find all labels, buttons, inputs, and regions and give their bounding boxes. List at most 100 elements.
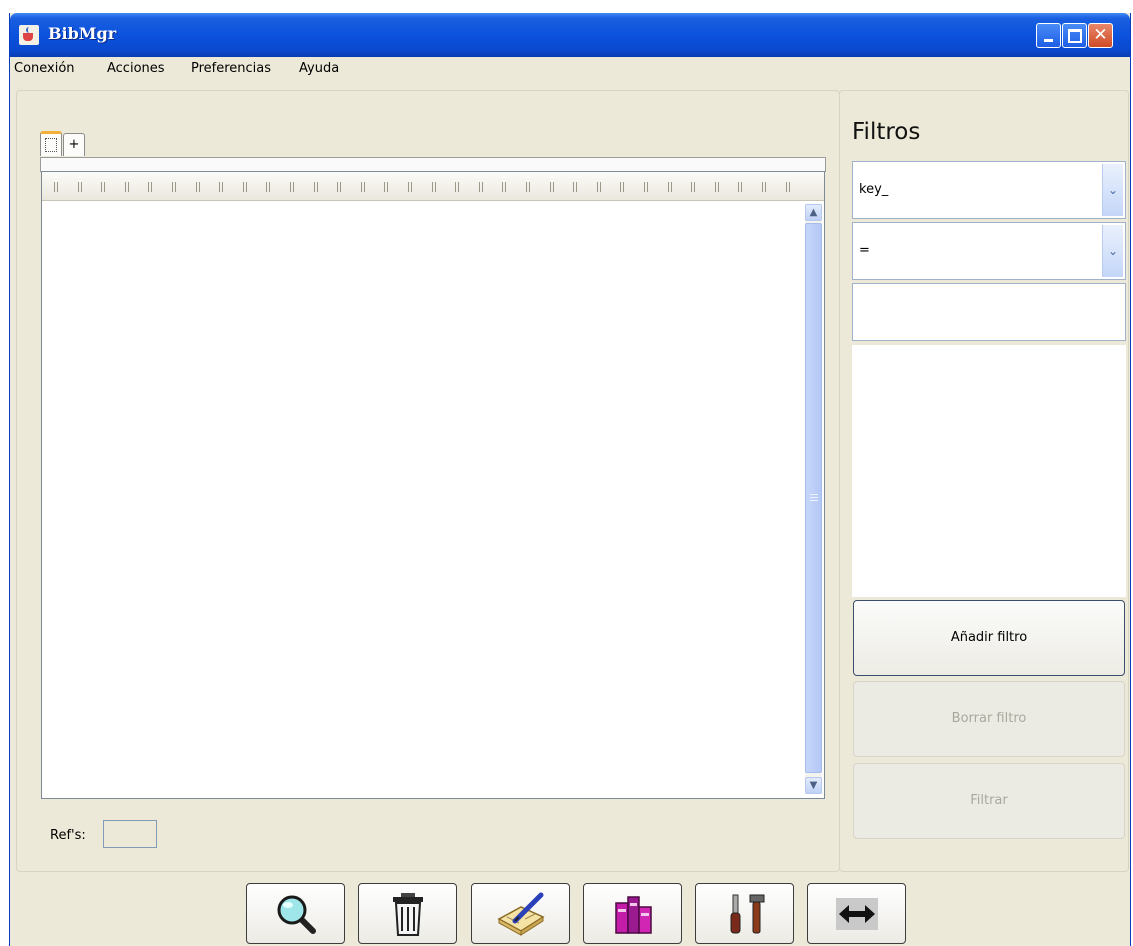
column-separator[interactable]: [738, 182, 739, 192]
column-separator[interactable]: [364, 182, 365, 192]
column-separator[interactable]: [125, 182, 126, 192]
library-button[interactable]: [583, 883, 682, 944]
minimize-button[interactable]: [1036, 23, 1061, 48]
column-separator[interactable]: [243, 182, 244, 192]
settings-button[interactable]: [695, 883, 794, 944]
column-separator[interactable]: [128, 182, 129, 192]
tab-placeholder: [45, 138, 57, 152]
column-separator[interactable]: [691, 182, 692, 192]
references-table[interactable]: ▲ ▼: [41, 171, 825, 799]
add-filter-button[interactable]: Añadir filtro: [853, 600, 1125, 676]
column-separator[interactable]: [671, 182, 672, 192]
scroll-thumb[interactable]: [805, 223, 822, 773]
delete-button[interactable]: [358, 883, 457, 944]
column-separator[interactable]: [384, 182, 385, 192]
menu-preferencias[interactable]: Preferencias: [191, 61, 271, 76]
column-separator[interactable]: [175, 182, 176, 192]
column-separator[interactable]: [411, 182, 412, 192]
column-separator[interactable]: [78, 182, 79, 192]
column-separator[interactable]: [741, 182, 742, 192]
column-separator[interactable]: [694, 182, 695, 192]
tab-add[interactable]: +: [63, 133, 85, 156]
column-separator[interactable]: [765, 182, 766, 192]
column-separator[interactable]: [647, 182, 648, 192]
title-bar[interactable]: BibMgr ✕: [10, 13, 1130, 57]
column-separator[interactable]: [435, 182, 436, 192]
column-separator[interactable]: [620, 182, 621, 192]
close-button[interactable]: ✕: [1088, 23, 1113, 48]
column-separator[interactable]: [148, 182, 149, 192]
column-separator[interactable]: [762, 182, 763, 192]
column-separator[interactable]: [529, 182, 530, 192]
column-separator[interactable]: [54, 182, 55, 192]
scroll-down-button[interactable]: ▼: [805, 777, 822, 794]
column-separator[interactable]: [151, 182, 152, 192]
column-separator[interactable]: [314, 182, 315, 192]
column-separator[interactable]: [482, 182, 483, 192]
column-separator[interactable]: [600, 182, 601, 192]
chevron-down-icon[interactable]: ⌄: [1102, 164, 1123, 216]
column-separator[interactable]: [668, 182, 669, 192]
vertical-scrollbar[interactable]: ▲ ▼: [805, 204, 822, 794]
column-separator[interactable]: [526, 182, 527, 192]
column-separator[interactable]: [81, 182, 82, 192]
column-separator[interactable]: [361, 182, 362, 192]
swap-button[interactable]: [807, 883, 906, 944]
column-separator[interactable]: [718, 182, 719, 192]
search-button[interactable]: [246, 883, 345, 944]
column-separator[interactable]: [553, 182, 554, 192]
books-icon: [614, 895, 652, 934]
column-separator[interactable]: [786, 182, 787, 192]
column-separator[interactable]: [715, 182, 716, 192]
column-separator[interactable]: [57, 182, 58, 192]
table-header[interactable]: [42, 172, 824, 201]
active-filters-list[interactable]: [852, 345, 1126, 597]
column-separator[interactable]: [408, 182, 409, 192]
delete-filter-button[interactable]: Borrar filtro: [853, 681, 1125, 757]
column-separator[interactable]: [502, 182, 503, 192]
column-separator[interactable]: [576, 182, 577, 192]
column-separator[interactable]: [644, 182, 645, 192]
scroll-up-button[interactable]: ▲: [805, 204, 822, 221]
column-separator[interactable]: [222, 182, 223, 192]
column-separator[interactable]: [789, 182, 790, 192]
trash-icon: [392, 892, 423, 936]
filter-field-select[interactable]: key_ ⌄: [852, 161, 1126, 219]
menu-acciones[interactable]: Acciones: [107, 61, 165, 76]
column-separator[interactable]: [317, 182, 318, 192]
column-separator[interactable]: [337, 182, 338, 192]
apply-filter-button[interactable]: Filtrar: [853, 763, 1125, 839]
column-separator[interactable]: [293, 182, 294, 192]
column-separator[interactable]: [196, 182, 197, 192]
column-separator[interactable]: [573, 182, 574, 192]
column-separator[interactable]: [432, 182, 433, 192]
tab-results[interactable]: [40, 131, 62, 156]
column-separator[interactable]: [219, 182, 220, 192]
filter-value-input[interactable]: [852, 283, 1126, 341]
edit-button[interactable]: [471, 883, 570, 944]
column-separator[interactable]: [199, 182, 200, 192]
refs-count-field: [103, 820, 157, 848]
column-separator[interactable]: [458, 182, 459, 192]
column-separator[interactable]: [455, 182, 456, 192]
filter-operator-value: =: [859, 243, 870, 258]
column-separator[interactable]: [104, 182, 105, 192]
column-separator[interactable]: [597, 182, 598, 192]
column-separator[interactable]: [387, 182, 388, 192]
column-separator[interactable]: [172, 182, 173, 192]
column-separator[interactable]: [340, 182, 341, 192]
chevron-down-icon[interactable]: ⌄: [1102, 225, 1123, 277]
column-separator[interactable]: [101, 182, 102, 192]
column-separator[interactable]: [550, 182, 551, 192]
column-separator[interactable]: [266, 182, 267, 192]
filter-operator-select[interactable]: = ⌄: [852, 222, 1126, 280]
column-separator[interactable]: [246, 182, 247, 192]
menu-ayuda[interactable]: Ayuda: [299, 61, 339, 76]
column-separator[interactable]: [505, 182, 506, 192]
column-separator[interactable]: [623, 182, 624, 192]
column-separator[interactable]: [269, 182, 270, 192]
column-separator[interactable]: [479, 182, 480, 192]
maximize-button[interactable]: [1062, 23, 1087, 48]
menu-conexion[interactable]: Conexión: [14, 61, 75, 76]
column-separator[interactable]: [290, 182, 291, 192]
